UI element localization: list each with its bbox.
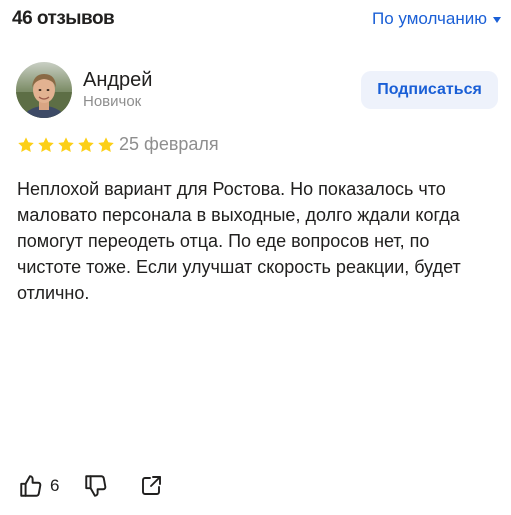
star-icon — [58, 136, 74, 152]
caret-down-icon — [493, 17, 501, 23]
sort-label: По умолчанию — [372, 9, 487, 28]
author-level: Новичок — [83, 93, 142, 110]
review-date: 25 февраля — [119, 134, 219, 154]
review-text: Неплохой вариант для Ростова. Но показал… — [17, 179, 461, 303]
author-info: Андрей Новичок — [83, 69, 152, 111]
star-icon — [78, 136, 94, 152]
like-button[interactable] — [18, 473, 44, 499]
review-count: 46 отзывов — [12, 8, 115, 29]
sort-dropdown[interactable]: По умолчанию — [372, 9, 501, 29]
rating-row: 25 февраля — [17, 134, 219, 155]
star-icon — [18, 136, 34, 152]
avatar[interactable] — [16, 62, 72, 118]
review-author[interactable]: Андрей Новичок — [16, 62, 152, 118]
star-icon — [98, 136, 114, 152]
subscribe-button[interactable]: Подписаться — [361, 71, 498, 109]
star-rating — [17, 136, 115, 154]
reviews-header: 46 отзывов По умолчанию — [12, 6, 501, 32]
star-icon — [38, 136, 54, 152]
share-icon — [142, 476, 162, 495]
author-name[interactable]: Андрей — [83, 69, 152, 91]
like-count: 6 — [50, 476, 60, 495]
thumbs-up-icon — [20, 475, 42, 497]
thumbs-down-icon — [85, 475, 107, 497]
share-button[interactable] — [139, 474, 163, 498]
review-actions: 6 — [18, 473, 163, 499]
dislike-button[interactable] — [83, 473, 109, 499]
